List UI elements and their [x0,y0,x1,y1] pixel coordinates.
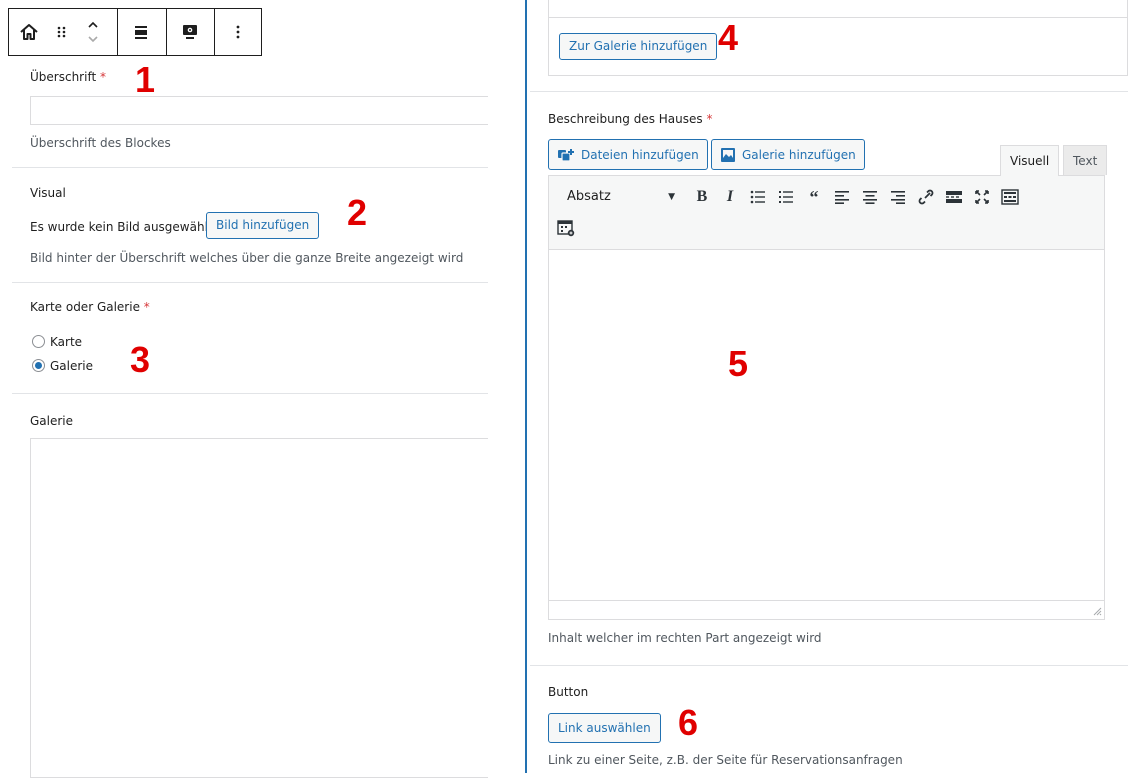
annotation-2: 2 [347,192,368,233]
divider [12,282,488,283]
description-field-label: Beschreibung des Hauses * [548,112,712,126]
annotation-5: 5 [728,343,749,384]
format-select[interactable]: Absatz ▼ [556,184,680,208]
link-icon[interactable] [916,187,936,207]
editor-content-area[interactable] [548,250,1105,620]
read-more-icon[interactable] [944,187,964,207]
visual-description: Bild hinter der Überschrift welches über… [30,251,464,265]
description-hint: Inhalt welcher im rechten Part angezeigt… [548,631,822,645]
add-media-button[interactable]: Dateien hinzufügen [548,139,708,170]
select-link-button[interactable]: Link auswählen [548,713,661,743]
preview-button[interactable] [167,9,213,55]
bold-icon[interactable]: B [692,187,712,207]
map-or-gallery-label: Karte oder Galerie * [30,300,150,314]
gallery-label: Galerie [30,414,74,428]
more-options-icon [236,25,240,39]
fullscreen-icon[interactable] [972,187,992,207]
visual-label: Visual [30,186,66,200]
italic-icon[interactable]: I [720,187,740,207]
gallery-area[interactable] [30,438,488,778]
more-options-button[interactable] [215,9,261,55]
divider [12,393,488,394]
map-or-gallery-label-text: Karte oder Galerie [30,300,140,314]
heading-description: Überschrift des Blockes [30,136,171,150]
align-icon [135,26,147,39]
gallery-field-inner-line [549,17,1127,18]
button-field-label: Button [548,685,589,699]
tab-text[interactable]: Text [1063,145,1108,175]
required-marker: * [143,300,150,314]
home-icon [20,24,38,40]
resize-handle-icon[interactable] [1092,606,1102,616]
annotation-3: 3 [130,339,151,380]
block-toolbar [8,8,262,56]
heading-input[interactable] [30,96,488,125]
bullet-list-icon[interactable] [748,187,768,207]
description-label-text: Beschreibung des Hauses [548,112,703,126]
divider [12,167,488,168]
format-select-value: Absatz [567,189,611,204]
annotation-4: 4 [718,17,739,58]
divider [530,91,1128,92]
add-image-button[interactable]: Bild hinzufügen [206,212,320,239]
editor-statusbar-line [549,600,1104,601]
no-image-status: Es wurde kein Bild ausgewählt [30,220,213,234]
button-field-description: Link zu einer Seite, z.B. der Seite für … [548,753,903,767]
align-right-icon[interactable] [888,187,908,207]
align-left-icon[interactable] [832,187,852,207]
add-gallery-label: Galerie hinzufügen [742,147,856,162]
table-icon[interactable] [556,218,576,238]
numbered-list-icon[interactable] [776,187,796,207]
drag-handle[interactable] [53,9,71,55]
block-type-button[interactable] [15,9,43,55]
panel-divider [525,0,527,773]
chevron-down-icon: ▼ [668,192,675,202]
annotation-1: 1 [135,59,156,100]
radio-galerie[interactable] [32,359,45,372]
move-up-down-icon [88,21,98,43]
align-button[interactable] [118,9,164,55]
radio-karte[interactable] [32,335,45,348]
preview-icon [183,25,197,39]
divider [530,665,1128,666]
tab-visual[interactable]: Visuell [1000,145,1060,176]
heading-field-label: Überschrift * [30,70,106,84]
add-to-gallery-button[interactable]: Zur Galerie hinzufügen [559,33,718,60]
required-marker: * [100,70,106,84]
move-up-down-button[interactable] [81,9,105,55]
add-media-label: Dateien hinzufügen [581,147,699,162]
blockquote-icon[interactable]: “ [804,187,824,207]
radio-karte-label: Karte [50,335,83,349]
toolbar-toggle-icon[interactable] [1000,187,1020,207]
heading-label-text: Überschrift [30,70,97,84]
radio-galerie-label: Galerie [50,359,94,373]
add-media-icon [558,148,574,162]
gallery-icon [721,147,735,162]
required-marker: * [706,112,713,126]
drag-handle-icon [57,26,66,38]
annotation-6: 6 [678,702,699,743]
align-center-icon[interactable] [860,187,880,207]
add-gallery-button[interactable]: Galerie hinzufügen [711,139,865,170]
